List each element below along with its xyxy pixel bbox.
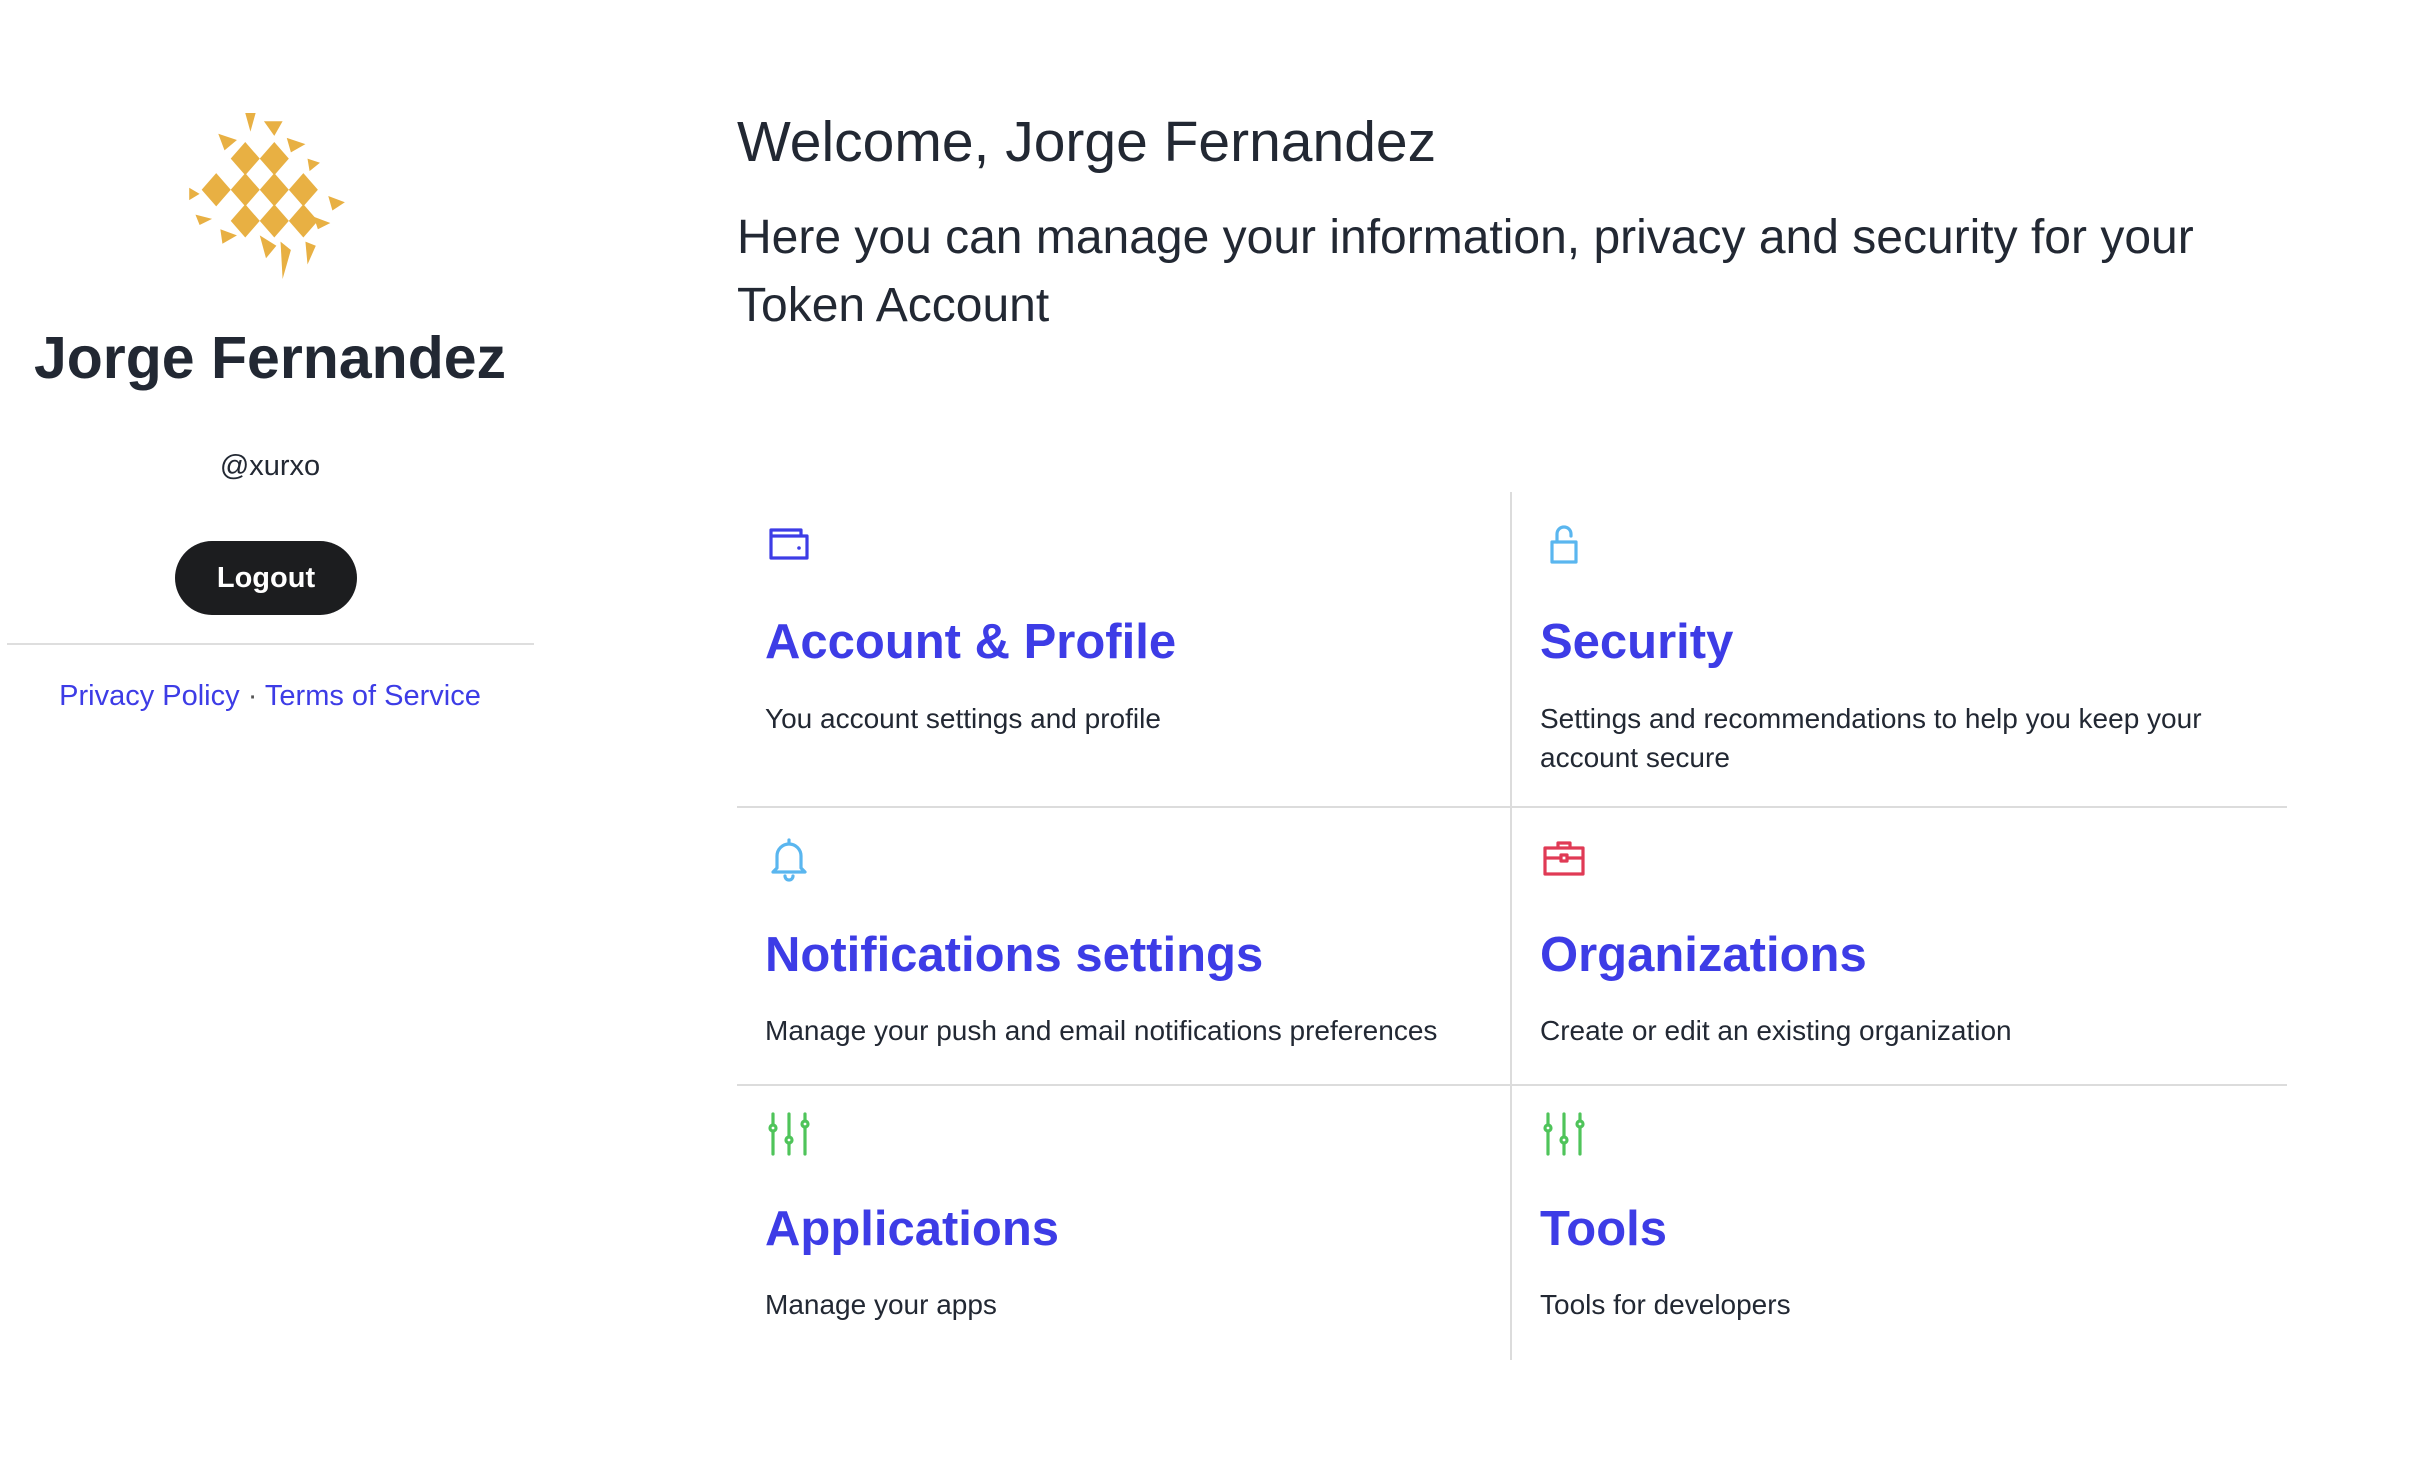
card-description: Manage your apps xyxy=(765,1289,997,1320)
card-description: Create or edit an existing organization xyxy=(1540,1015,2012,1046)
wallet-icon xyxy=(769,528,809,560)
card-organizations[interactable]: Organizations Create or edit an existing… xyxy=(1512,808,2285,1084)
user-name: Jorge Fernandez xyxy=(33,325,507,391)
card-title: Tools xyxy=(1540,1202,1668,1256)
page-title: Welcome, Jorge Fernandez xyxy=(737,110,1437,174)
terms-of-service-link[interactable]: Terms of Service xyxy=(265,680,481,712)
card-description: Tools for developers xyxy=(1540,1289,1791,1320)
sliders-icon xyxy=(768,1112,810,1156)
sidebar-divider xyxy=(7,643,534,645)
card-account-profile[interactable]: Account & Profile You account settings a… xyxy=(737,492,1510,806)
card-security[interactable]: Security Settings and recommendations to… xyxy=(1512,492,2285,806)
footer-links: Privacy Policy · Terms of Service xyxy=(0,676,540,716)
card-description: Settings and recommendations to help you… xyxy=(1540,703,2202,773)
briefcase-icon xyxy=(1543,841,1585,876)
card-description: You account settings and profile xyxy=(765,703,1161,734)
card-description: Manage your push and email notifications… xyxy=(765,1015,1438,1046)
card-tools[interactable]: Tools Tools for developers xyxy=(1512,1086,2285,1360)
card-title: Organizations xyxy=(1540,928,1867,982)
avatar xyxy=(189,113,345,279)
card-title: Applications xyxy=(765,1202,1060,1256)
user-handle: @xurxo xyxy=(219,450,321,482)
page-subtitle: Here you can manage your information, pr… xyxy=(737,211,2194,332)
privacy-policy-link[interactable]: Privacy Policy xyxy=(59,680,240,712)
card-notifications[interactable]: Notifications settings Manage your push … xyxy=(737,808,1510,1084)
sliders-icon xyxy=(1543,1112,1585,1156)
unlock-icon xyxy=(1550,525,1578,564)
footer-separator: · xyxy=(247,680,258,712)
bell-icon xyxy=(771,838,807,882)
card-applications[interactable]: Applications Manage your apps xyxy=(737,1086,1510,1360)
card-title: Account & Profile xyxy=(765,615,1177,669)
card-title: Security xyxy=(1540,615,1734,669)
settings-grid: Account & Profile You account settings a… xyxy=(737,492,2287,1360)
card-title: Notifications settings xyxy=(765,928,1264,982)
logout-button[interactable]: Logout xyxy=(175,541,357,615)
